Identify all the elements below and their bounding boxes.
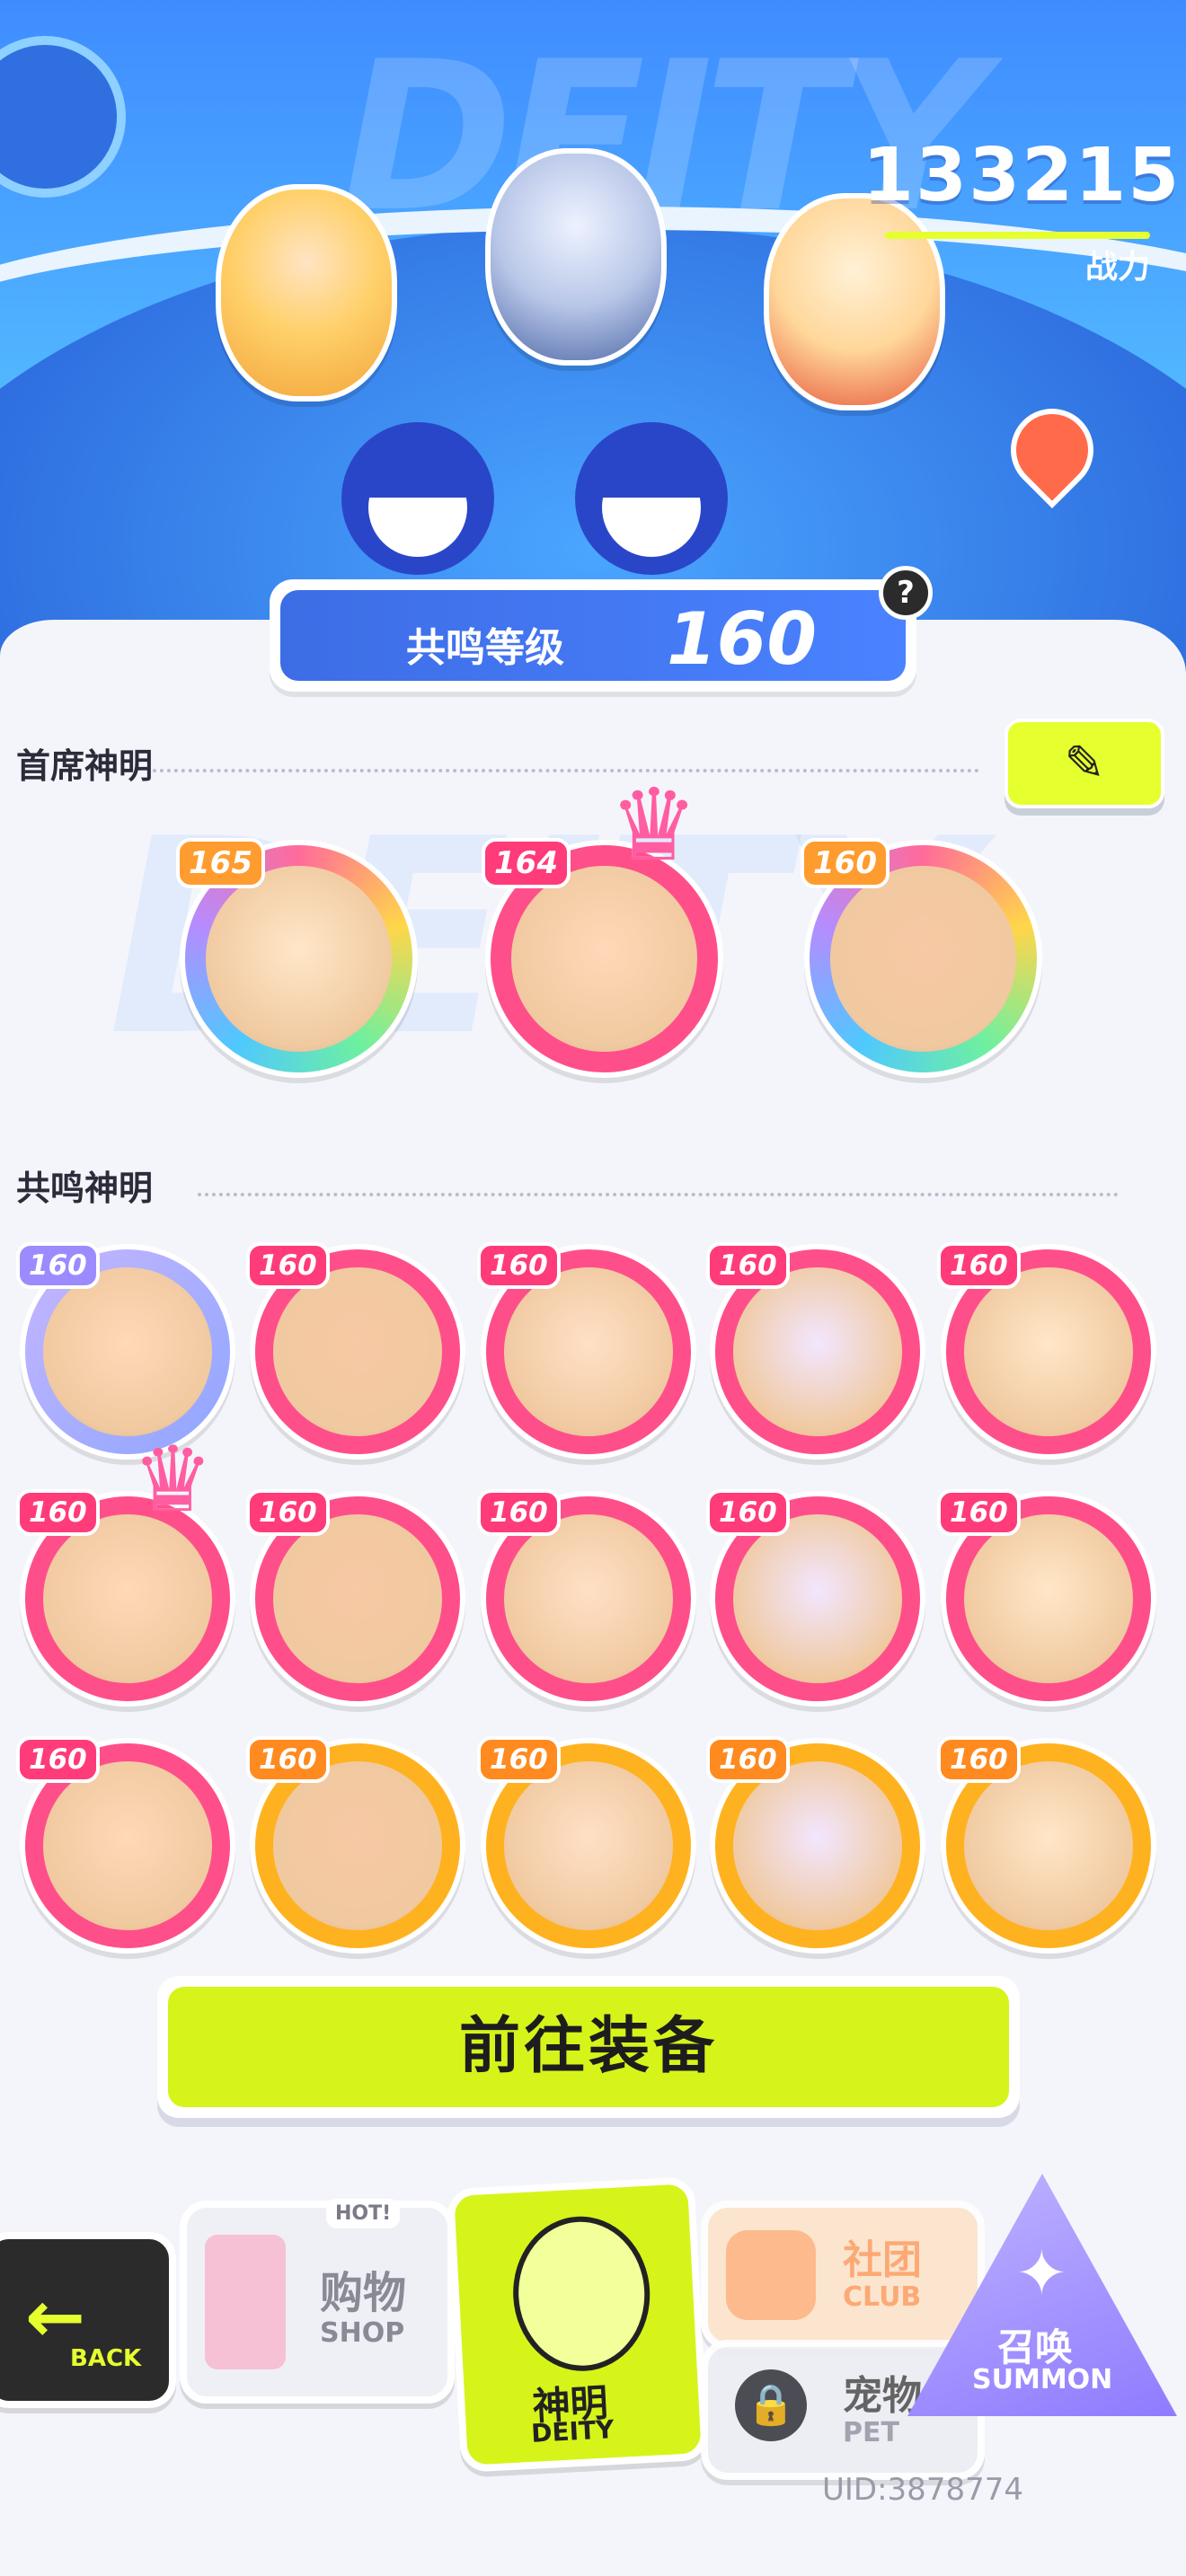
level-badge: 160 bbox=[477, 1242, 561, 1289]
nav-deity[interactable]: 神明 DEITY bbox=[446, 2175, 710, 2474]
character-face bbox=[273, 1514, 442, 1683]
deity-label-en: DEITY bbox=[530, 2414, 615, 2448]
resonance-deity-title: 共鸣神明 bbox=[16, 1169, 154, 1208]
deity-portrait[interactable]: 160 bbox=[246, 1489, 465, 1707]
character-face bbox=[273, 1761, 442, 1930]
level-badge: 160 bbox=[937, 1489, 1021, 1536]
star-icon: ✦ bbox=[1015, 2236, 1068, 2310]
hero-character-right[interactable] bbox=[764, 193, 945, 410]
deity-portrait[interactable]: 160 bbox=[801, 838, 1042, 1078]
planet-eye-right bbox=[575, 422, 728, 575]
deity-portrait[interactable]: 160 ♛ bbox=[16, 1426, 235, 1707]
resonance-divider bbox=[198, 1193, 1119, 1196]
crown-icon: ♛ bbox=[132, 1426, 214, 1532]
character-face bbox=[733, 1514, 902, 1683]
character-face bbox=[504, 1267, 673, 1436]
level-badge: 160 bbox=[246, 1242, 330, 1289]
deity-portrait[interactable]: 160 bbox=[937, 1489, 1156, 1707]
level-badge: 160 bbox=[16, 1242, 100, 1289]
character-face bbox=[273, 1267, 442, 1436]
summon-label-en: SUMMON bbox=[972, 2364, 1113, 2395]
deity-portrait[interactable]: 160 bbox=[477, 1242, 696, 1460]
go-equip-button[interactable]: 前往装备 bbox=[157, 1976, 1020, 2118]
level-badge: 160 bbox=[706, 1736, 790, 1783]
deity-portrait[interactable]: 160 bbox=[477, 1489, 696, 1707]
level-badge: 160 bbox=[16, 1736, 100, 1783]
planet-eye-left bbox=[341, 422, 494, 575]
character-face bbox=[511, 866, 697, 1052]
level-badge: 160 bbox=[246, 1489, 330, 1536]
hero-character-center[interactable] bbox=[485, 148, 667, 366]
character-face bbox=[830, 866, 1016, 1052]
character-face bbox=[43, 1761, 212, 1930]
character-face bbox=[964, 1267, 1133, 1436]
resonance-level-label: 共鸣等级 bbox=[406, 625, 564, 671]
go-equip-button-fill: 前往装备 bbox=[168, 1987, 1009, 2107]
character-face bbox=[733, 1761, 902, 1930]
help-icon[interactable]: ? bbox=[879, 566, 933, 620]
club-label-en: CLUB bbox=[843, 2281, 922, 2313]
hot-tag: HOT! bbox=[326, 2199, 401, 2228]
deity-portrait[interactable]: 160 bbox=[706, 1736, 925, 1954]
power-value: 133215 bbox=[863, 133, 1182, 218]
level-badge: 165 bbox=[176, 838, 265, 888]
briefcase-icon bbox=[726, 2230, 816, 2320]
resonance-bar-fill: 共鸣等级 160 bbox=[280, 590, 906, 681]
level-badge: 160 bbox=[477, 1489, 561, 1536]
shop-label-cn: 购物 bbox=[320, 2268, 407, 2318]
character-face bbox=[504, 1514, 673, 1683]
deity-portrait[interactable]: 160 bbox=[246, 1736, 465, 1954]
character-face bbox=[504, 1761, 673, 1930]
planet-icon bbox=[0, 36, 126, 198]
character-face bbox=[964, 1514, 1133, 1683]
deity-portrait[interactable]: 160 bbox=[706, 1242, 925, 1460]
deity-mascot-icon bbox=[509, 2212, 654, 2375]
deity-portrait[interactable]: 165 bbox=[176, 838, 418, 1078]
go-equip-label: 前往装备 bbox=[458, 2011, 718, 2082]
pet-label-en: PET bbox=[843, 2417, 899, 2448]
user-id: UID:3878774 bbox=[822, 2472, 1023, 2508]
hero-character-left[interactable] bbox=[216, 184, 397, 401]
chief-deity-title: 首席神明 bbox=[16, 746, 154, 786]
deity-portrait[interactable]: 160 bbox=[16, 1736, 235, 1954]
level-badge: 160 bbox=[706, 1489, 790, 1536]
deity-portrait[interactable]: 164 ♛ bbox=[482, 768, 723, 1078]
character-face bbox=[43, 1514, 212, 1683]
character-face bbox=[733, 1267, 902, 1436]
edit-button[interactable]: ✎ bbox=[1005, 719, 1164, 808]
deity-portrait[interactable]: 160 bbox=[246, 1242, 465, 1460]
lock-icon: 🔒 bbox=[735, 2369, 807, 2441]
back-button[interactable]: ← BACK bbox=[0, 2232, 176, 2408]
level-badge: 164 bbox=[482, 838, 571, 888]
crown-icon: ♛ bbox=[609, 768, 699, 884]
resonance-level-value: 160 bbox=[667, 597, 817, 681]
chief-divider bbox=[153, 769, 979, 772]
resonance-level-bar[interactable]: 共鸣等级 160 bbox=[270, 579, 916, 692]
nav-club[interactable]: 社团 CLUB bbox=[701, 2201, 985, 2350]
level-badge: 160 bbox=[246, 1736, 330, 1783]
character-face bbox=[964, 1761, 1133, 1930]
nav-shop[interactable]: HOT! 购物 SHOP bbox=[180, 2199, 455, 2404]
level-badge: 160 bbox=[16, 1489, 100, 1536]
club-label-cn: 社团 bbox=[843, 2237, 922, 2283]
character-face bbox=[206, 866, 392, 1052]
power-underline bbox=[885, 232, 1150, 239]
power-label: 战力 bbox=[1084, 249, 1150, 286]
deity-portrait[interactable]: 160 bbox=[706, 1489, 925, 1707]
level-badge: 160 bbox=[937, 1242, 1021, 1289]
character-face bbox=[43, 1267, 212, 1436]
level-badge: 160 bbox=[801, 838, 890, 888]
deity-portrait[interactable]: 160 bbox=[937, 1242, 1156, 1460]
shop-label-en: SHOP bbox=[320, 2317, 405, 2349]
deity-portrait[interactable]: 160 bbox=[937, 1736, 1156, 1954]
level-badge: 160 bbox=[477, 1736, 561, 1783]
pencil-icon: ✎ bbox=[1064, 735, 1105, 791]
back-label: BACK bbox=[70, 2345, 142, 2372]
level-badge: 160 bbox=[706, 1242, 790, 1289]
level-badge: 160 bbox=[937, 1736, 1021, 1783]
deity-portrait[interactable]: 160 bbox=[477, 1736, 696, 1954]
vending-machine-icon bbox=[205, 2235, 286, 2369]
